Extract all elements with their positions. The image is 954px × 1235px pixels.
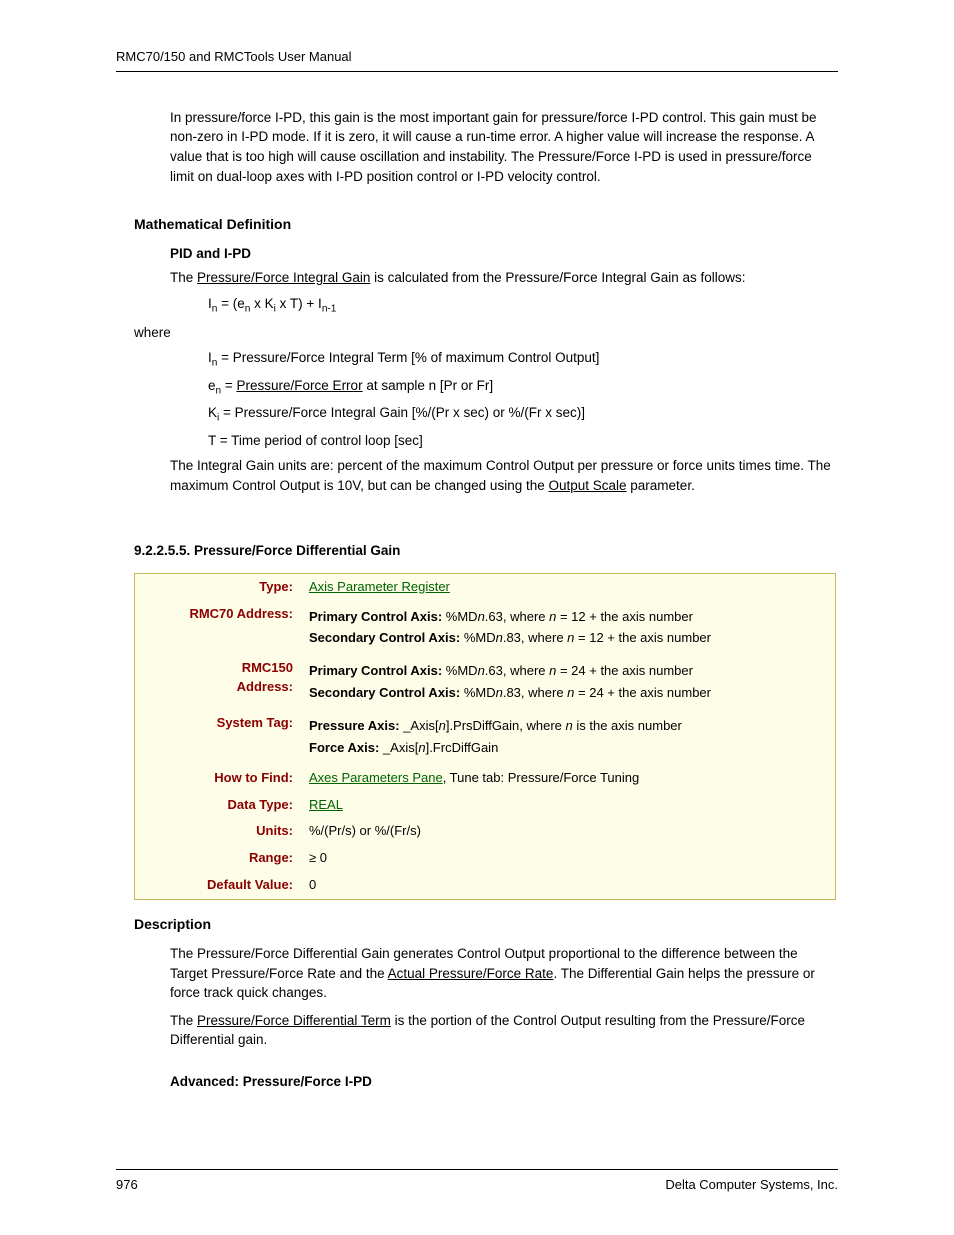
- rmc150-value: Primary Control Axis: %MDn.63, where n =…: [301, 655, 836, 710]
- systag-label: System Tag:: [135, 710, 302, 765]
- real-link[interactable]: REAL: [309, 797, 343, 812]
- table-row: RMC70 Address: Primary Control Axis: %MD…: [135, 601, 836, 656]
- document-page: RMC70/150 and RMCTools User Manual In pr…: [0, 0, 954, 1235]
- axes-param-pane-link[interactable]: Axes Parameters Pane: [309, 770, 443, 785]
- datatype-label: Data Type:: [135, 792, 302, 819]
- intro-paragraph: In pressure/force I-PD, this gain is the…: [116, 108, 838, 186]
- mathdef-tail: The Integral Gain units are: percent of …: [116, 456, 838, 495]
- mathdef-intro: The Pressure/Force Integral Gain is calc…: [116, 268, 838, 288]
- def-T: T = Time period of control loop [sec]: [208, 431, 838, 451]
- page-footer: 976 Delta Computer Systems, Inc.: [116, 1169, 838, 1195]
- pf-diff-term-link[interactable]: Pressure/Force Differential Term: [197, 1013, 391, 1028]
- table-row: RMC150Address: Primary Control Axis: %MD…: [135, 655, 836, 710]
- table-row: Units: %/(Pr/s) or %/(Fr/s): [135, 818, 836, 845]
- default-value: 0: [301, 872, 836, 899]
- def-In: In = Pressure/Force Integral Term [% of …: [208, 348, 838, 371]
- where-label: where: [134, 323, 838, 343]
- pf-error-link[interactable]: Pressure/Force Error: [237, 378, 363, 393]
- howto-label: How to Find:: [135, 765, 302, 792]
- def-en: en = Pressure/Force Error at sample n [P…: [208, 376, 838, 399]
- pid-subhead: PID and I-PD: [170, 244, 838, 264]
- rmc70-value: Primary Control Axis: %MDn.63, where n =…: [301, 601, 836, 656]
- systag-value: Pressure Axis: _Axis[n].PrsDiffGain, whe…: [301, 710, 836, 765]
- advanced-heading: Advanced: Pressure/Force I-PD: [170, 1072, 838, 1092]
- units-label: Units:: [135, 818, 302, 845]
- footer-rule: [116, 1169, 838, 1170]
- units-value: %/(Pr/s) or %/(Fr/s): [301, 818, 836, 845]
- type-label: Type:: [135, 573, 302, 600]
- datatype-value: REAL: [301, 792, 836, 819]
- table-row: Data Type: REAL: [135, 792, 836, 819]
- rmc150-label: RMC150Address:: [135, 655, 302, 710]
- table-row: Type: Axis Parameter Register: [135, 573, 836, 600]
- table-row: How to Find: Axes Parameters Pane, Tune …: [135, 765, 836, 792]
- table-row: Default Value: 0: [135, 872, 836, 899]
- desc-para1: The Pressure/Force Differential Gain gen…: [116, 944, 838, 1003]
- type-value: Axis Parameter Register: [301, 573, 836, 600]
- page-number: 976: [116, 1176, 138, 1195]
- page-header: RMC70/150 and RMCTools User Manual: [116, 48, 838, 67]
- rmc70-label: RMC70 Address:: [135, 601, 302, 656]
- section-number-heading: 9.2.2.5.5. Pressure/Force Differential G…: [134, 541, 838, 561]
- integral-gain-link[interactable]: Pressure/Force Integral Gain: [197, 270, 370, 285]
- output-scale-link[interactable]: Output Scale: [548, 478, 626, 493]
- header-rule: [116, 71, 838, 72]
- table-row: System Tag: Pressure Axis: _Axis[n].PrsD…: [135, 710, 836, 765]
- formula: In = (en x Ki x T) + In-1: [208, 294, 838, 317]
- description-heading: Description: [134, 914, 838, 934]
- desc-para2: The Pressure/Force Differential Term is …: [116, 1011, 838, 1050]
- axis-param-register-link[interactable]: Axis Parameter Register: [309, 579, 450, 594]
- mathdef-heading: Mathematical Definition: [134, 214, 838, 234]
- table-row: Range: ≥ 0: [135, 845, 836, 872]
- range-value: ≥ 0: [301, 845, 836, 872]
- definition-list: In = Pressure/Force Integral Term [% of …: [208, 348, 838, 450]
- howto-value: Axes Parameters Pane, Tune tab: Pressure…: [301, 765, 836, 792]
- default-label: Default Value:: [135, 872, 302, 899]
- parameter-info-table: Type: Axis Parameter Register RMC70 Addr…: [134, 573, 836, 900]
- range-label: Range:: [135, 845, 302, 872]
- actual-pf-rate-link[interactable]: Actual Pressure/Force Rate: [388, 966, 554, 981]
- def-Ki: Ki = Pressure/Force Integral Gain [%/(Pr…: [208, 403, 838, 426]
- company-name: Delta Computer Systems, Inc.: [665, 1176, 838, 1195]
